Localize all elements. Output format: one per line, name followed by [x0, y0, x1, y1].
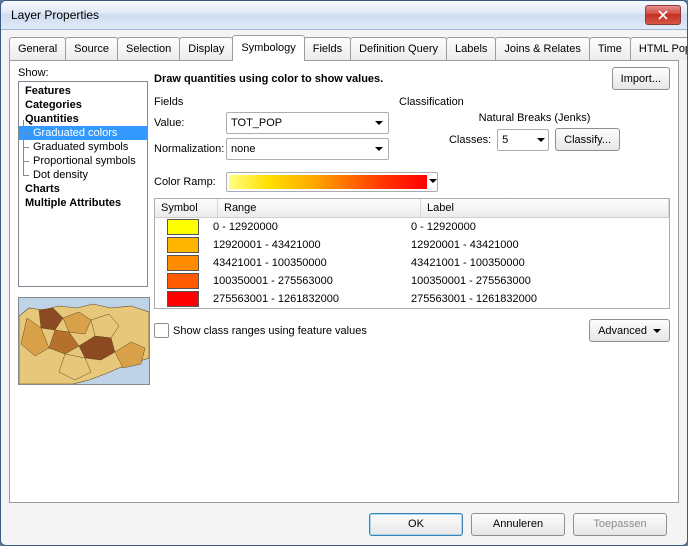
value-combo[interactable]: TOT_POP	[226, 112, 389, 134]
value-label: Value:	[154, 117, 226, 129]
left-column: Show: Features Categories Quantities Gra…	[18, 67, 148, 496]
tab-display[interactable]: Display	[179, 37, 233, 60]
cell-label: 43421001 - 100350000	[409, 257, 669, 269]
show-ranges-label: Show class ranges using feature values	[173, 325, 367, 337]
cell-label: 0 - 12920000	[409, 221, 669, 233]
cell-range: 43421001 - 100350000	[211, 257, 409, 269]
tab-general[interactable]: General	[9, 37, 66, 60]
tree-features[interactable]: Features	[19, 84, 147, 98]
tab-symbology-page: Show: Features Categories Quantities Gra…	[9, 60, 679, 503]
cell-label: 275563001 - 1261832000	[409, 293, 669, 305]
tree-graduated-colors[interactable]: Graduated colors	[19, 126, 147, 140]
tab-time[interactable]: Time	[589, 37, 631, 60]
tree-proportional-symbols[interactable]: Proportional symbols	[19, 154, 147, 168]
table-row[interactable]: 12920001 - 4342100012920001 - 43421000	[155, 236, 669, 254]
grid-header: Symbol Range Label	[155, 199, 669, 218]
show-ranges-checkbox[interactable]: Show class ranges using feature values	[154, 323, 367, 338]
tree-categories[interactable]: Categories	[19, 98, 147, 112]
tree-graduated-symbols[interactable]: Graduated symbols	[19, 140, 147, 154]
close-button[interactable]	[645, 5, 681, 25]
color-ramp-preview	[229, 175, 427, 189]
color-ramp-label: Color Ramp:	[154, 176, 226, 188]
fields-group-title: Fields	[154, 96, 389, 108]
advanced-button[interactable]: Advanced	[589, 319, 670, 342]
tab-source[interactable]: Source	[65, 37, 118, 60]
classes-label: Classes:	[449, 134, 491, 146]
col-symbol[interactable]: Symbol	[155, 199, 218, 217]
show-tree[interactable]: Features Categories Quantities Graduated…	[18, 81, 148, 287]
classes-value: 5	[502, 134, 508, 146]
table-row[interactable]: 43421001 - 10035000043421001 - 100350000	[155, 254, 669, 272]
layer-preview	[18, 297, 150, 385]
cancel-button[interactable]: Annuleren	[471, 513, 565, 536]
tree-dot-density[interactable]: Dot density	[19, 168, 147, 182]
tab-labels[interactable]: Labels	[446, 37, 496, 60]
symbol-swatch	[167, 255, 199, 271]
col-label[interactable]: Label	[421, 199, 669, 217]
symbol-swatch	[167, 219, 199, 235]
symbol-swatch	[167, 237, 199, 253]
show-label: Show:	[18, 67, 148, 79]
classification-method: Natural Breaks (Jenks)	[479, 112, 591, 124]
client-area: GeneralSourceSelectionDisplaySymbologyFi…	[1, 30, 687, 545]
chevron-down-icon	[533, 132, 548, 148]
tree-multiple-attributes[interactable]: Multiple Attributes	[19, 196, 147, 210]
advanced-button-label: Advanced	[598, 325, 647, 337]
cell-label: 12920001 - 43421000	[409, 239, 669, 251]
close-icon	[658, 10, 668, 20]
chevron-down-icon	[371, 141, 386, 157]
symbol-swatch	[167, 273, 199, 289]
class-grid: Symbol Range Label 0 - 129200000 - 12920…	[154, 198, 670, 309]
tab-symbology[interactable]: Symbology	[232, 35, 304, 61]
normalization-label: Normalization:	[154, 143, 226, 155]
window-title: Layer Properties	[7, 8, 645, 22]
right-column: Draw quantities using color to show valu…	[154, 67, 670, 496]
chevron-down-icon	[429, 176, 437, 188]
value-combo-text: TOT_POP	[231, 117, 282, 129]
table-row[interactable]: 100350001 - 275563000100350001 - 2755630…	[155, 272, 669, 290]
cell-label: 100350001 - 275563000	[409, 275, 669, 287]
classification-group: Classification Natural Breaks (Jenks) Cl…	[399, 96, 670, 164]
table-row[interactable]: 275563001 - 1261832000275563001 - 126183…	[155, 290, 669, 308]
tab-fields[interactable]: Fields	[304, 37, 351, 60]
cell-range: 100350001 - 275563000	[211, 275, 409, 287]
import-button[interactable]: Import...	[612, 67, 670, 90]
dialog-buttons: OK Annuleren Toepassen	[9, 503, 679, 545]
tab-selection[interactable]: Selection	[117, 37, 180, 60]
normalization-combo[interactable]: none	[226, 138, 389, 160]
grid-body: 0 - 129200000 - 1292000012920001 - 43421…	[155, 218, 669, 308]
classify-button[interactable]: Classify...	[555, 128, 620, 151]
classification-group-title: Classification	[399, 96, 670, 108]
chevron-down-icon	[653, 327, 661, 335]
apply-button[interactable]: Toepassen	[573, 513, 667, 536]
color-ramp-combo[interactable]	[226, 172, 438, 192]
col-range[interactable]: Range	[218, 199, 421, 217]
table-row[interactable]: 0 - 129200000 - 12920000	[155, 218, 669, 236]
ok-button[interactable]: OK	[369, 513, 463, 536]
cell-range: 12920001 - 43421000	[211, 239, 409, 251]
symbology-heading: Draw quantities using color to show valu…	[154, 73, 612, 85]
titlebar: Layer Properties	[1, 1, 687, 30]
tab-strip: GeneralSourceSelectionDisplaySymbologyFi…	[9, 38, 679, 60]
layer-properties-dialog: Layer Properties GeneralSourceSelectionD…	[0, 0, 688, 546]
symbol-swatch	[167, 291, 199, 307]
tab-joins-relates[interactable]: Joins & Relates	[495, 37, 589, 60]
tab-definition-query[interactable]: Definition Query	[350, 37, 447, 60]
chevron-down-icon	[371, 115, 386, 131]
tab-html-popup[interactable]: HTML Popup	[630, 37, 688, 60]
tree-charts[interactable]: Charts	[19, 182, 147, 196]
fields-group: Fields Value: TOT_POP Normalization: no	[154, 96, 389, 164]
tree-quantities[interactable]: Quantities	[19, 112, 147, 126]
cell-range: 275563001 - 1261832000	[211, 293, 409, 305]
normalization-combo-text: none	[231, 143, 255, 155]
cell-range: 0 - 12920000	[211, 221, 409, 233]
checkbox-box	[154, 323, 169, 338]
classes-spin[interactable]: 5	[497, 129, 549, 151]
